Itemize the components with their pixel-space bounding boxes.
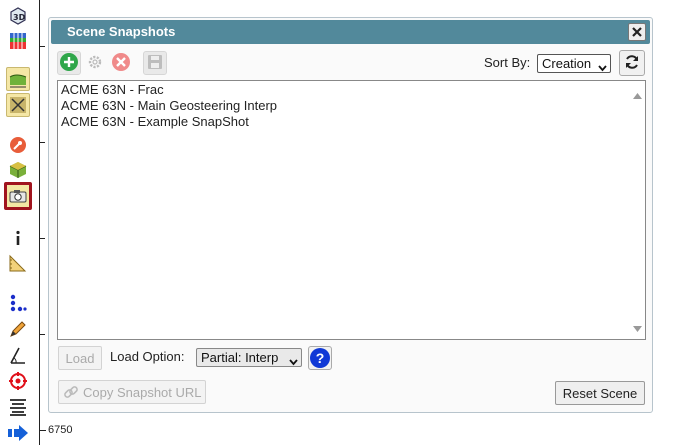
fault-button[interactable] bbox=[6, 93, 30, 117]
copy-snapshot-url-button[interactable]: Copy Snapshot URL bbox=[58, 380, 206, 404]
refresh-icon bbox=[624, 54, 640, 73]
align-lines-button[interactable] bbox=[6, 395, 30, 419]
pencil-icon bbox=[8, 319, 28, 339]
load-option-value: Partial: Interp bbox=[201, 350, 279, 365]
dialog-titlebar[interactable]: Scene Snapshots bbox=[51, 20, 650, 44]
ruler-axis bbox=[39, 0, 40, 445]
snapshot-list[interactable]: ACME 63N - Frac ACME 63N - Main Geosteer… bbox=[57, 80, 646, 340]
ruler-tick bbox=[39, 142, 45, 143]
load-option-label: Load Option: bbox=[110, 349, 185, 364]
ruler-button[interactable] bbox=[6, 251, 30, 275]
chevron-down-icon bbox=[289, 354, 298, 369]
info-button[interactable] bbox=[6, 226, 30, 250]
ruler-icon bbox=[8, 253, 28, 273]
dialog-title: Scene Snapshots bbox=[67, 24, 176, 39]
close-button[interactable] bbox=[628, 23, 646, 41]
cube-button[interactable] bbox=[6, 158, 30, 182]
depth-label: 6750 bbox=[48, 424, 73, 436]
help-button[interactable]: ? bbox=[308, 346, 332, 370]
sort-by-value: Creation bbox=[542, 56, 592, 71]
ruler-tick bbox=[39, 46, 45, 47]
3d-view-icon: 3D bbox=[8, 6, 28, 26]
list-item[interactable]: ACME 63N - Example SnapShot bbox=[61, 114, 249, 129]
add-snapshot-button[interactable] bbox=[57, 51, 81, 75]
surface-icon bbox=[8, 69, 28, 89]
help-icon: ? bbox=[310, 348, 330, 368]
compass-icon bbox=[8, 135, 28, 155]
sort-by-select[interactable]: Creation bbox=[537, 54, 611, 73]
list-item[interactable]: ACME 63N - Main Geosteering Interp bbox=[61, 98, 277, 113]
plus-circle-icon bbox=[59, 52, 79, 75]
depth-tick bbox=[39, 430, 46, 431]
target-icon bbox=[8, 371, 28, 391]
info-icon bbox=[8, 228, 28, 248]
scene-snapshots-dialog: Scene Snapshots Sort By: Creation ACME 6… bbox=[48, 17, 653, 413]
measure-angle-icon bbox=[8, 345, 28, 365]
left-toolbar: 3D bbox=[0, 0, 45, 445]
snapshot-settings-button[interactable] bbox=[83, 51, 107, 75]
layers-grid-icon bbox=[8, 31, 28, 51]
layers-grid-button[interactable] bbox=[6, 29, 30, 53]
save-icon bbox=[147, 54, 163, 73]
pencil-button[interactable] bbox=[6, 317, 30, 341]
list-item[interactable]: ACME 63N - Frac bbox=[61, 82, 164, 97]
close-icon bbox=[632, 25, 642, 40]
load-button[interactable]: Load bbox=[58, 346, 102, 370]
target-button[interactable] bbox=[6, 369, 30, 393]
sort-by-label: Sort By: bbox=[484, 55, 531, 70]
ruler-tick bbox=[39, 238, 45, 239]
3d-view-button[interactable]: 3D bbox=[6, 4, 30, 28]
arrow-right-icon bbox=[7, 423, 29, 443]
load-option-select[interactable]: Partial: Interp bbox=[196, 348, 302, 367]
delete-snapshot-button[interactable] bbox=[109, 51, 133, 75]
svg-text:3D: 3D bbox=[13, 13, 26, 22]
fault-icon bbox=[8, 95, 28, 115]
align-lines-icon bbox=[8, 397, 28, 417]
refresh-button[interactable] bbox=[619, 50, 645, 76]
save-snapshot-button[interactable] bbox=[143, 51, 167, 75]
ruler-tick bbox=[39, 334, 45, 335]
delete-circle-icon bbox=[111, 52, 131, 75]
points-icon bbox=[8, 293, 28, 313]
measure-angle-button[interactable] bbox=[6, 343, 30, 367]
reset-scene-button[interactable]: Reset Scene bbox=[555, 381, 645, 405]
gear-icon bbox=[85, 52, 105, 75]
link-icon bbox=[63, 384, 79, 400]
camera-button[interactable] bbox=[4, 182, 32, 210]
camera-icon bbox=[9, 188, 27, 204]
points-button[interactable] bbox=[6, 291, 30, 315]
arrow-right-button[interactable] bbox=[6, 421, 30, 445]
chevron-down-icon bbox=[598, 60, 607, 75]
scroll-down-icon[interactable] bbox=[633, 320, 642, 335]
copy-snapshot-url-label: Copy Snapshot URL bbox=[83, 384, 202, 400]
surface-button[interactable] bbox=[6, 67, 30, 91]
compass-button[interactable] bbox=[6, 133, 30, 157]
scroll-up-icon[interactable] bbox=[633, 87, 642, 102]
cube-icon bbox=[8, 160, 28, 180]
